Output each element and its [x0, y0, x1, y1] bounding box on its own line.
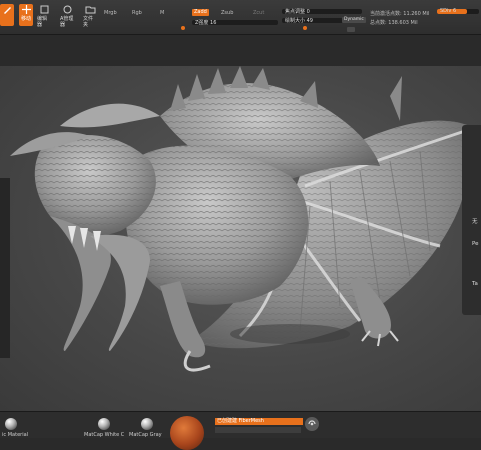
folder-icon	[85, 4, 96, 15]
manager-icon	[62, 4, 73, 15]
z-intensity-slider[interactable]: Z强度 16	[192, 20, 278, 26]
dynamic-button[interactable]: Dynamic	[342, 17, 366, 23]
draw-size-dot	[303, 26, 307, 30]
collapse-button[interactable]	[347, 27, 355, 32]
z-intensity-dot	[181, 26, 185, 30]
dragon-sculpt	[10, 66, 474, 372]
edit-button[interactable]: 编辑器	[37, 4, 51, 28]
rgb-toggle[interactable]: Rgb	[132, 10, 142, 16]
viewport-canvas[interactable]	[0, 66, 481, 411]
fibermesh-label[interactable]: 已创建建 FiberMesh	[215, 418, 303, 425]
sub-toolbar	[0, 35, 481, 66]
draw-button[interactable]	[0, 4, 14, 26]
right-panel-item-2[interactable]: Pe	[472, 241, 479, 247]
material-label-1: ic Material	[2, 432, 29, 438]
move-button[interactable]: 移动	[19, 4, 33, 26]
manager-button[interactable]: A管理器	[60, 4, 74, 28]
total-points-readout: 总点数: 138.603 Mil	[370, 20, 418, 26]
right-floating-panel[interactable]: 无 Pe Ta	[462, 125, 481, 315]
sdiv-slider[interactable]: SDiv 6	[437, 8, 479, 14]
right-panel-item-1[interactable]: 无	[472, 217, 478, 225]
settings-icon[interactable]	[305, 417, 319, 431]
folder-button[interactable]: 文件夹	[83, 4, 97, 28]
material-swatch-1[interactable]	[5, 418, 17, 430]
brush-icon	[2, 4, 13, 15]
top-toolbar: 移动 编辑器 A管理器 文件夹 Mrgb Rgb M Zadd Zsub Zcu…	[0, 0, 481, 35]
material-label-2: MatCap White C	[84, 432, 125, 438]
left-shelf	[0, 178, 10, 358]
zcut-toggle[interactable]: Zcut	[253, 10, 264, 16]
material-swatch-2[interactable]	[98, 418, 110, 430]
zadd-toggle[interactable]: Zadd	[192, 9, 209, 16]
move-icon	[21, 4, 32, 15]
material-label-3: MatCap Gray	[129, 432, 162, 438]
m-toggle[interactable]: M	[160, 10, 164, 16]
edit-icon	[39, 4, 50, 15]
material-swatch-3[interactable]	[141, 418, 153, 430]
right-panel-item-3[interactable]: Ta	[472, 281, 478, 287]
brush-preview[interactable]	[170, 416, 204, 450]
focal-shift-slider[interactable]: 焦点调整 0	[282, 9, 362, 15]
mrgb-toggle[interactable]: Mrgb	[104, 10, 117, 16]
fibermesh-slider[interactable]	[215, 427, 301, 433]
zsub-toggle[interactable]: Zsub	[221, 10, 233, 16]
active-points-readout: 当前激活点数: 11.260 Mil	[370, 11, 430, 17]
